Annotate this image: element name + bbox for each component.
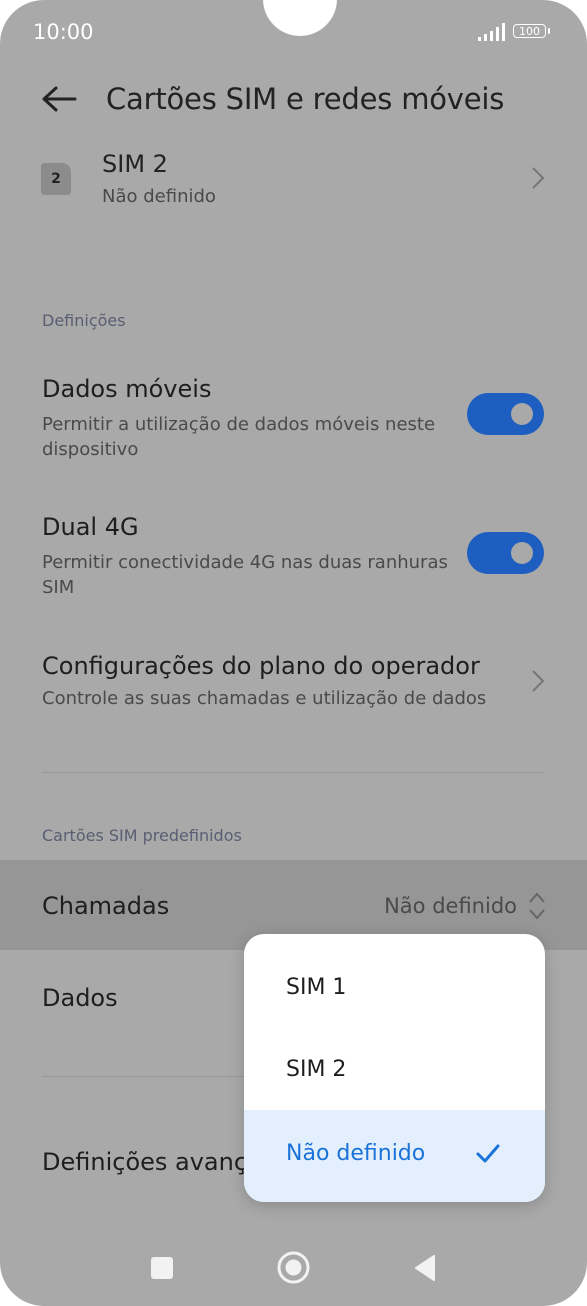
mobile-data-title: Dados móveis <box>42 375 212 403</box>
dual-4g-title: Dual 4G <box>42 513 139 541</box>
option-label: Não definido <box>286 1141 426 1166</box>
checkmark-icon <box>476 1144 500 1163</box>
chevron-right-icon <box>532 670 545 692</box>
dual-4g-item: Dual 4G Permitir conectividade 4G nas du… <box>0 513 587 603</box>
option-sim1[interactable]: SIM 1 <box>244 947 545 1029</box>
option-label: SIM 2 <box>286 1057 347 1082</box>
recents-square-icon[interactable] <box>150 1256 174 1280</box>
signal-icon <box>478 23 505 41</box>
back-triangle-icon[interactable] <box>414 1254 436 1282</box>
sim2-row[interactable]: 2 SIM 2 Não definido <box>0 140 587 220</box>
section-settings-label: Definições <box>42 311 126 330</box>
option-label: SIM 1 <box>286 975 347 1000</box>
arrow-left-icon[interactable] <box>40 84 78 114</box>
toggle-knob <box>511 542 533 564</box>
dual-4g-subtitle: Permitir conectividade 4G nas duas ranhu… <box>42 552 448 598</box>
dual-4g-toggle[interactable] <box>467 532 544 574</box>
home-circle-icon[interactable] <box>277 1251 310 1284</box>
battery-icon: 100 <box>513 24 550 38</box>
option-not-defined[interactable]: Não definido <box>244 1110 545 1202</box>
data-label: Dados <box>42 984 118 1012</box>
option-sim2[interactable]: SIM 2 <box>244 1029 545 1111</box>
sim2-subtitle: Não definido <box>102 186 216 207</box>
advanced-settings-label: Definições avanç <box>42 1148 248 1176</box>
carrier-plan-subtitle: Controle as suas chamadas e utilização d… <box>42 688 487 709</box>
chevron-right-icon <box>532 167 545 189</box>
carrier-plan-title: Configurações do plano do operador <box>42 652 480 680</box>
sim-selection-popup: SIM 1 SIM 2 Não definido <box>244 934 545 1202</box>
navigation-bar <box>0 1228 587 1306</box>
page-title: Cartões SIM e redes móveis <box>106 82 505 116</box>
mobile-data-toggle[interactable] <box>467 393 544 435</box>
phone-screen: 10:00 100 Cartões SIM e redes móveis 2 S… <box>0 0 587 1306</box>
toggle-knob <box>511 403 533 425</box>
sim2-title: SIM 2 <box>102 150 168 178</box>
calls-label: Chamadas <box>42 892 170 920</box>
sim-card-icon: 2 <box>41 163 71 195</box>
camera-notch <box>263 0 337 36</box>
status-time: 10:00 <box>33 20 94 44</box>
section-default-sim-label: Cartões SIM predefinidos <box>42 826 242 845</box>
status-bar: 10:00 100 <box>0 0 587 62</box>
app-header: Cartões SIM e redes móveis <box>0 72 587 128</box>
carrier-plan-item[interactable]: Configurações do plano do operador Contr… <box>0 652 587 722</box>
up-down-chevron-icon <box>529 892 545 920</box>
mobile-data-item: Dados móveis Permitir a utilização de da… <box>0 375 587 465</box>
divider <box>42 772 544 773</box>
mobile-data-subtitle: Permitir a utilização de dados móveis ne… <box>42 414 436 460</box>
calls-value: Não definido <box>384 894 517 918</box>
